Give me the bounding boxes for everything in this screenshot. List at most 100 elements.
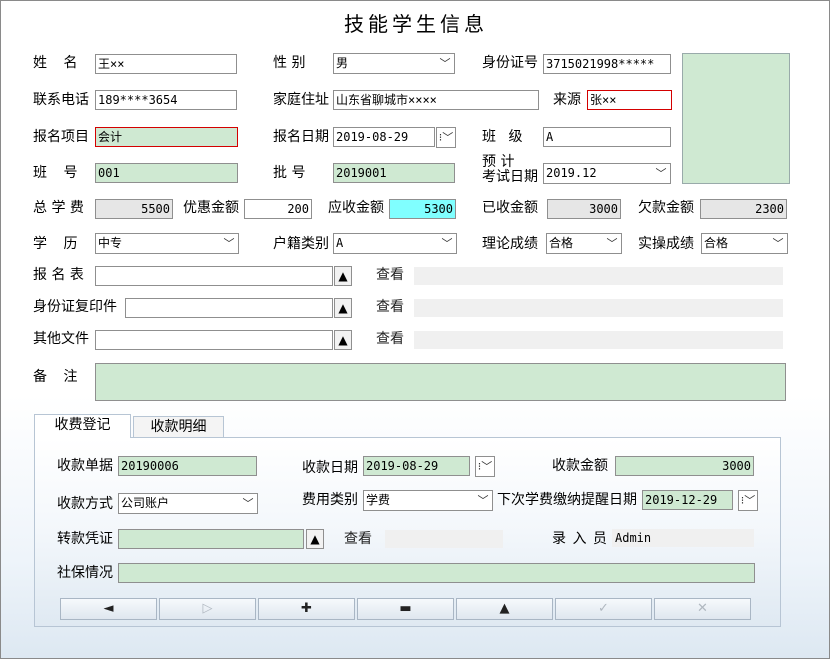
- other-files-label: 其他文件: [33, 331, 89, 347]
- id-no-field[interactable]: 3715021998*****: [543, 54, 671, 74]
- class-no-field[interactable]: 001: [95, 163, 238, 183]
- next-remind-picker-button[interactable]: ⁝﹀: [738, 490, 758, 511]
- upload-id-copy-button[interactable]: ▲: [334, 298, 352, 318]
- page-title: 技能学生信息: [344, 12, 488, 36]
- chevron-down-icon: ﹀: [606, 237, 618, 250]
- receipt-field[interactable]: 20190006: [118, 456, 257, 476]
- prev-record-button[interactable]: ◄: [60, 598, 157, 620]
- id-copy-path-field[interactable]: [125, 298, 333, 318]
- theory-value: 合格: [549, 236, 574, 250]
- address-label: 家庭住址: [273, 92, 329, 108]
- tab-payment-detail[interactable]: 收款明细: [133, 416, 224, 438]
- chevron-down-icon: ﹀: [439, 57, 451, 70]
- social-field[interactable]: [118, 563, 755, 583]
- view-form-link[interactable]: 查看: [376, 265, 404, 285]
- chevron-down-icon: ﹀: [772, 237, 784, 250]
- pay-date-label: 收款日期: [302, 460, 358, 476]
- enroll-date-field[interactable]: 2019-08-29: [333, 127, 435, 147]
- practice-select[interactable]: 合格 ﹀: [701, 233, 788, 254]
- view-voucher-link[interactable]: 查看: [344, 529, 372, 549]
- next-remind-field[interactable]: 2019-12-29: [642, 490, 733, 510]
- gender-label: 性 别: [273, 55, 306, 71]
- theory-label: 理论成绩: [482, 236, 538, 252]
- fee-type-select[interactable]: 学费 ﹀: [363, 490, 493, 511]
- exam-date-label-bottom: 考试日期: [482, 169, 538, 185]
- other-files-path-field[interactable]: [95, 330, 333, 350]
- operator-value: Admin: [612, 529, 754, 547]
- remark-field[interactable]: [95, 363, 786, 401]
- view-other-files-link[interactable]: 查看: [376, 329, 404, 349]
- education-value: 中专: [98, 236, 123, 250]
- form-file-display: [414, 267, 783, 285]
- next-remind-label: 下次学费缴纳提醒日期: [497, 492, 637, 508]
- edit-button[interactable]: ▲: [456, 598, 553, 620]
- amount-label: 收款金额: [552, 458, 608, 474]
- practice-value: 合格: [704, 236, 729, 250]
- received-field[interactable]: 3000: [547, 199, 621, 219]
- method-select[interactable]: 公司账户 ﹀: [118, 493, 258, 514]
- photo-box[interactable]: [682, 53, 790, 184]
- student-info-window: 技能学生信息 姓 名 王×× 性 别 男 ﹀ 身份证号 3715021998***…: [0, 0, 830, 659]
- practice-label: 实操成绩: [638, 236, 694, 252]
- add-button[interactable]: ✚: [258, 598, 355, 620]
- chevron-down-icon: ﹀: [655, 167, 667, 180]
- form-label: 报 名 表: [33, 267, 84, 283]
- exam-date-label-top: 预 计: [482, 154, 515, 170]
- voucher-path-field[interactable]: [118, 529, 304, 549]
- source-field[interactable]: 张××: [587, 90, 672, 110]
- theory-select[interactable]: 合格 ﹀: [546, 233, 622, 254]
- class-label: 班 级: [482, 129, 527, 145]
- education-select[interactable]: 中专 ﹀: [95, 233, 239, 254]
- fee-type-label: 费用类别: [302, 492, 358, 508]
- exam-date-select[interactable]: 2019.12 ﹀: [543, 163, 671, 184]
- id-copy-file-display: [414, 299, 783, 317]
- owed-field[interactable]: 2300: [700, 199, 787, 219]
- upload-form-button[interactable]: ▲: [334, 266, 352, 286]
- discount-field[interactable]: 200: [244, 199, 312, 219]
- address-field[interactable]: 山东省聊城市××××: [333, 90, 539, 110]
- pay-date-field[interactable]: 2019-08-29: [363, 456, 470, 476]
- class-field[interactable]: A: [543, 127, 671, 147]
- id-copy-label: 身份证复印件: [33, 299, 117, 315]
- date-picker-button[interactable]: ⁝﹀: [436, 127, 456, 148]
- tab-payment-register[interactable]: 收费登记: [34, 414, 131, 438]
- pay-date-picker-button[interactable]: ⁝﹀: [475, 456, 495, 477]
- total-fee-field[interactable]: 5500: [95, 199, 173, 219]
- confirm-button[interactable]: ✓: [555, 598, 652, 620]
- exam-date-value: 2019.12: [546, 166, 597, 180]
- fee-type-value: 学费: [366, 493, 391, 507]
- household-value: A: [336, 236, 344, 250]
- phone-field[interactable]: 189****3654: [95, 90, 237, 110]
- chevron-down-icon: ﹀: [223, 237, 235, 250]
- chevron-down-icon: ﹀: [441, 237, 453, 250]
- cancel-button[interactable]: ✕: [654, 598, 751, 620]
- name-field[interactable]: 王××: [95, 54, 237, 74]
- name-label: 姓 名: [33, 55, 84, 71]
- project-field[interactable]: 会计: [95, 127, 238, 147]
- batch-label: 批 号: [273, 165, 306, 181]
- household-label: 户籍类别: [273, 236, 329, 252]
- upload-voucher-button[interactable]: ▲: [306, 529, 324, 549]
- delete-button[interactable]: ▬: [357, 598, 454, 620]
- voucher-label: 转款凭证: [57, 531, 113, 547]
- view-id-copy-link[interactable]: 查看: [376, 297, 404, 317]
- method-value: 公司账户: [121, 496, 170, 510]
- remark-label: 备 注: [33, 369, 84, 385]
- receivable-label: 应收金额: [328, 200, 384, 216]
- amount-field[interactable]: 3000: [615, 456, 754, 476]
- project-label: 报名项目: [33, 129, 89, 145]
- next-record-button[interactable]: ▷: [159, 598, 256, 620]
- upload-other-files-button[interactable]: ▲: [334, 330, 352, 350]
- batch-field[interactable]: 2019001: [333, 163, 455, 183]
- source-label: 来源: [553, 92, 581, 108]
- id-no-label: 身份证号: [482, 55, 538, 71]
- method-label: 收款方式: [57, 496, 113, 512]
- gender-select[interactable]: 男 ﹀: [333, 53, 455, 74]
- receivable-field[interactable]: 5300: [389, 199, 456, 219]
- phone-label: 联系电话: [33, 92, 89, 108]
- operator-label: 录 入 员: [552, 531, 608, 547]
- form-path-field[interactable]: [95, 266, 333, 286]
- education-label: 学 历: [33, 236, 84, 252]
- class-no-label: 班 号: [33, 165, 84, 181]
- household-select[interactable]: A ﹀: [333, 233, 457, 254]
